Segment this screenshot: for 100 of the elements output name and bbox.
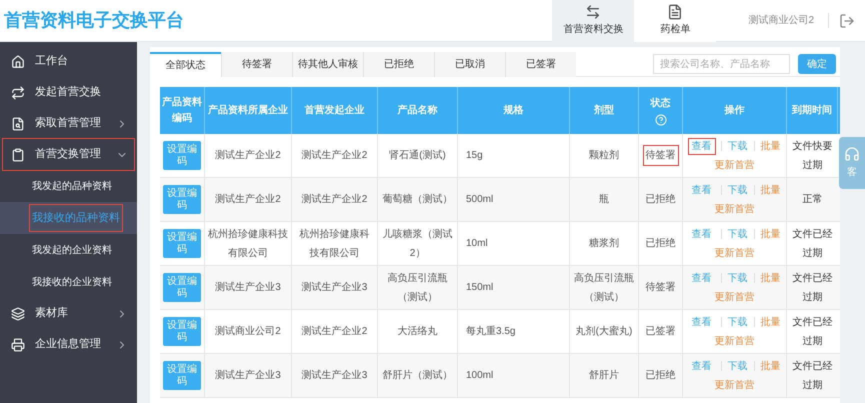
support-button[interactable]: 客 bbox=[839, 137, 865, 189]
document-search-icon bbox=[11, 116, 25, 130]
sidebar-item[interactable]: 索取首营管理 bbox=[3, 108, 134, 139]
batch-link[interactable]: 批量 bbox=[760, 226, 780, 242]
download-link[interactable]: 下载 bbox=[728, 358, 748, 374]
search-field[interactable]: 搜索公司名称、产品名称 bbox=[653, 54, 790, 74]
headset-icon bbox=[844, 146, 860, 162]
table-cell-text: 颗粒剂 bbox=[589, 148, 619, 163]
table-cell-text: 10ml bbox=[466, 237, 488, 251]
repeat-icon bbox=[11, 86, 25, 100]
table-cell-text: 测试生产企业2 bbox=[302, 192, 368, 207]
update-link[interactable]: 更新首营 bbox=[714, 378, 754, 392]
download-link[interactable]: 下载 bbox=[728, 226, 748, 242]
expiry-text: 文件快要过期 bbox=[792, 140, 834, 172]
set-code-button[interactable]: 设置编码 bbox=[163, 361, 201, 390]
view-link[interactable]: 查看 bbox=[688, 270, 714, 286]
layers-icon bbox=[11, 306, 25, 320]
table-cell-text: 葡萄糖（测试） bbox=[382, 192, 452, 207]
table-cell-text: 每丸重3.5g bbox=[466, 324, 516, 339]
filter-tab[interactable]: 已取消 bbox=[434, 52, 505, 76]
sidebar-subitem[interactable]: 我发起的品种资料 bbox=[30, 174, 114, 198]
view-link[interactable]: 查看 bbox=[688, 138, 714, 154]
batch-link[interactable]: 批量 bbox=[760, 182, 780, 198]
app-title: 首营资料电子交换平台 bbox=[3, 9, 185, 32]
table-cell-text: 肾石通(测试) bbox=[389, 148, 446, 163]
set-code-button[interactable]: 设置编码 bbox=[163, 141, 201, 170]
logout-icon bbox=[839, 12, 855, 28]
filter-tab[interactable]: 已拒绝 bbox=[363, 52, 434, 76]
download-link[interactable]: 下载 bbox=[728, 314, 748, 330]
filter-tab[interactable]: 待签署 bbox=[221, 52, 292, 76]
table-cell-text: 测试商业公司2 bbox=[215, 324, 281, 339]
table-cell-text: 瓶 bbox=[599, 193, 609, 207]
table-cell-text: 150ml bbox=[466, 281, 494, 295]
table-cell-text: 高负压引流瓶（测试） bbox=[573, 272, 635, 304]
filter-tab[interactable]: 已签署 bbox=[505, 52, 576, 76]
table-cell-text: 测试生产企业2 bbox=[302, 324, 368, 339]
status-text: 已拒绝 bbox=[644, 368, 676, 383]
expiry-text: 文件已经过期 bbox=[792, 316, 834, 348]
table-cell-text: 测试生产企业2 bbox=[302, 148, 368, 163]
sidebar-item[interactable]: 发起首营交换 bbox=[3, 77, 134, 108]
table-cell-text: 100ml bbox=[466, 369, 494, 383]
sidebar-item[interactable]: 首营交换管理 bbox=[3, 139, 134, 170]
update-link[interactable]: 更新首营 bbox=[714, 246, 754, 260]
set-code-button[interactable]: 设置编码 bbox=[163, 185, 201, 214]
status-text: 已拒绝 bbox=[644, 236, 676, 251]
view-link[interactable]: 查看 bbox=[688, 358, 714, 374]
sidebar-item[interactable]: 素材库 bbox=[3, 298, 134, 329]
sidebar-subitem[interactable]: 我发起的企业资料 bbox=[30, 238, 114, 262]
table-cell-text: 测试生产企业2 bbox=[215, 148, 281, 163]
expiry-text: 正常 bbox=[802, 192, 822, 207]
confirm-button[interactable]: 确定 bbox=[798, 54, 836, 74]
update-link[interactable]: 更新首营 bbox=[714, 334, 754, 348]
table-cell-text: 测试生产企业3 bbox=[302, 280, 368, 295]
help-icon bbox=[654, 114, 666, 126]
sidebar-item[interactable]: 工作台 bbox=[3, 46, 134, 77]
status-text: 待签署 bbox=[644, 146, 678, 165]
sidebar-subitem[interactable]: 我接收的企业资料 bbox=[30, 270, 114, 294]
expiry-text: 文件已经过期 bbox=[792, 360, 834, 392]
expiry-text: 文件已经过期 bbox=[792, 272, 834, 304]
update-link[interactable]: 更新首营 bbox=[714, 202, 754, 216]
table-cell-text: 糖浆剂 bbox=[589, 236, 619, 251]
filter-tab[interactable]: 全部状态 bbox=[150, 52, 221, 76]
user-name: 测试商业公司2 bbox=[734, 13, 829, 28]
table-cell-text: 15g bbox=[466, 149, 483, 163]
status-text: 已签署 bbox=[644, 324, 676, 339]
table-cell-text: 杭州拾珍健康科技有限公司 bbox=[298, 228, 370, 260]
table-cell-text: 高负压引流瓶（测试） bbox=[386, 272, 448, 304]
set-code-button[interactable]: 设置编码 bbox=[163, 273, 201, 302]
download-link[interactable]: 下载 bbox=[728, 182, 748, 198]
batch-link[interactable]: 批量 bbox=[760, 314, 780, 330]
table-cell-text: 测试生产企业3 bbox=[215, 368, 281, 383]
table-cell-text: 舒肝片（测试） bbox=[382, 368, 452, 383]
table-cell-text: 500ml bbox=[466, 193, 494, 207]
table-cell-text: 杭州拾珍健康科技有限公司 bbox=[208, 228, 288, 260]
update-link[interactable]: 更新首营 bbox=[714, 158, 754, 172]
sidebar-item[interactable]: 企业信息管理 bbox=[3, 329, 134, 360]
download-link[interactable]: 下载 bbox=[728, 138, 748, 154]
filter-tab[interactable]: 待其他人审核 bbox=[292, 52, 363, 76]
exchange-icon bbox=[585, 4, 602, 20]
table-cell-text: 丸剂(大蜜丸) bbox=[576, 324, 632, 339]
update-link[interactable]: 更新首营 bbox=[714, 290, 754, 304]
batch-link[interactable]: 批量 bbox=[760, 138, 780, 154]
view-link[interactable]: 查看 bbox=[688, 226, 714, 242]
document-icon bbox=[667, 4, 684, 20]
clipboard-icon bbox=[11, 148, 25, 162]
view-link[interactable]: 查看 bbox=[688, 314, 714, 330]
table-cell-text: 测试生产企业3 bbox=[215, 280, 281, 295]
nav-tab[interactable]: 首营资料交换 bbox=[552, 0, 634, 42]
view-link[interactable]: 查看 bbox=[688, 182, 714, 198]
status-text: 待签署 bbox=[644, 280, 676, 295]
status-text: 已拒绝 bbox=[644, 192, 676, 207]
set-code-button[interactable]: 设置编码 bbox=[163, 317, 201, 346]
table-cell-text: 测试生产企业2 bbox=[215, 192, 281, 207]
batch-link[interactable]: 批量 bbox=[760, 358, 780, 374]
download-link[interactable]: 下载 bbox=[728, 270, 748, 286]
set-code-button[interactable]: 设置编码 bbox=[163, 229, 201, 258]
home-icon bbox=[11, 54, 25, 68]
table-cell-text: 测试生产企业3 bbox=[302, 368, 368, 383]
table-cell-text: 大活络丸 bbox=[398, 324, 438, 339]
batch-link[interactable]: 批量 bbox=[760, 270, 780, 286]
